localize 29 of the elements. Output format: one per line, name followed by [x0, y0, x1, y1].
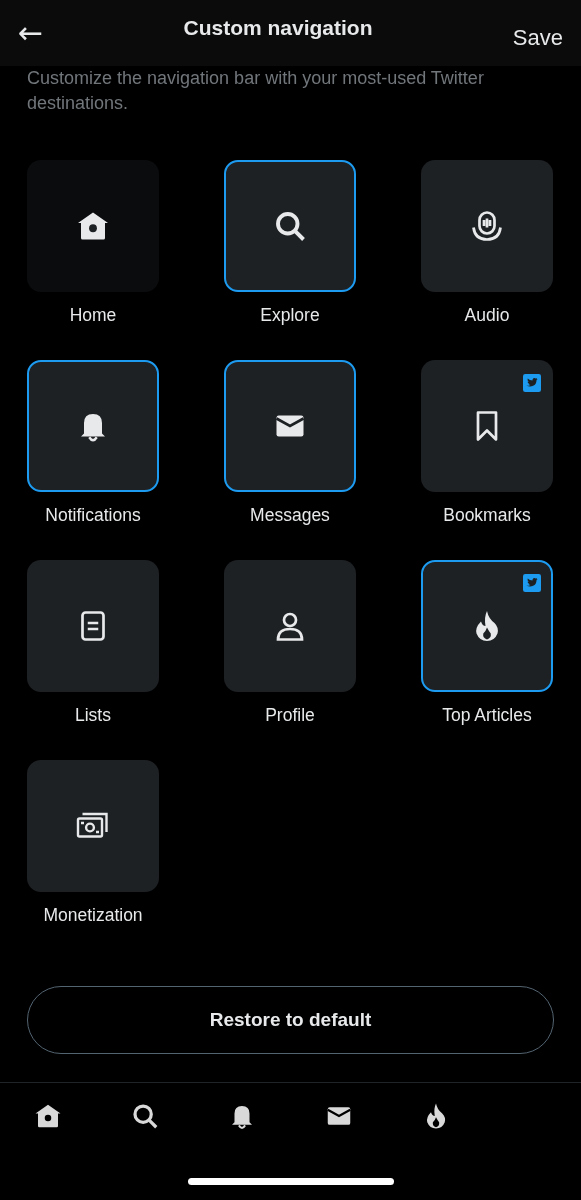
tile-label: Monetization: [43, 905, 143, 926]
tile-label: Bookmarks: [443, 505, 531, 526]
tile-label: Lists: [75, 705, 111, 726]
tile-label: Explore: [260, 305, 320, 326]
bird-badge-icon: [523, 574, 541, 592]
navigation-tile[interactable]: [421, 360, 553, 492]
search-icon[interactable]: [130, 1101, 160, 1131]
screen-title: Custom navigation: [183, 16, 373, 40]
navigation-tile[interactable]: [224, 160, 356, 292]
navigation-tile[interactable]: [27, 560, 159, 692]
back-button[interactable]: ←: [18, 18, 44, 48]
tile-label: Notifications: [45, 505, 141, 526]
navigation-tile[interactable]: [27, 760, 159, 892]
tile-label: Profile: [265, 705, 315, 726]
tile-label: Messages: [250, 505, 330, 526]
save-button[interactable]: Save: [512, 25, 563, 51]
tile-label: Audio: [464, 305, 510, 326]
navigation-tile[interactable]: [27, 360, 159, 492]
description-text: Customize the navigation bar with your most-used Twitter destinations.: [26, 67, 485, 115]
restore-button[interactable]: Restore to default: [27, 986, 554, 1054]
navigation-tile[interactable]: [27, 160, 159, 292]
bird-badge-icon: [523, 374, 541, 392]
tile-label: Home: [69, 305, 117, 326]
microphone-icon: [469, 208, 505, 244]
navigation-tile[interactable]: [224, 560, 356, 692]
navigation-tile[interactable]: [421, 160, 553, 292]
navigation-tile[interactable]: [421, 560, 553, 692]
tile-label: Top Articles: [442, 705, 532, 726]
navigation-tile[interactable]: [224, 360, 356, 492]
